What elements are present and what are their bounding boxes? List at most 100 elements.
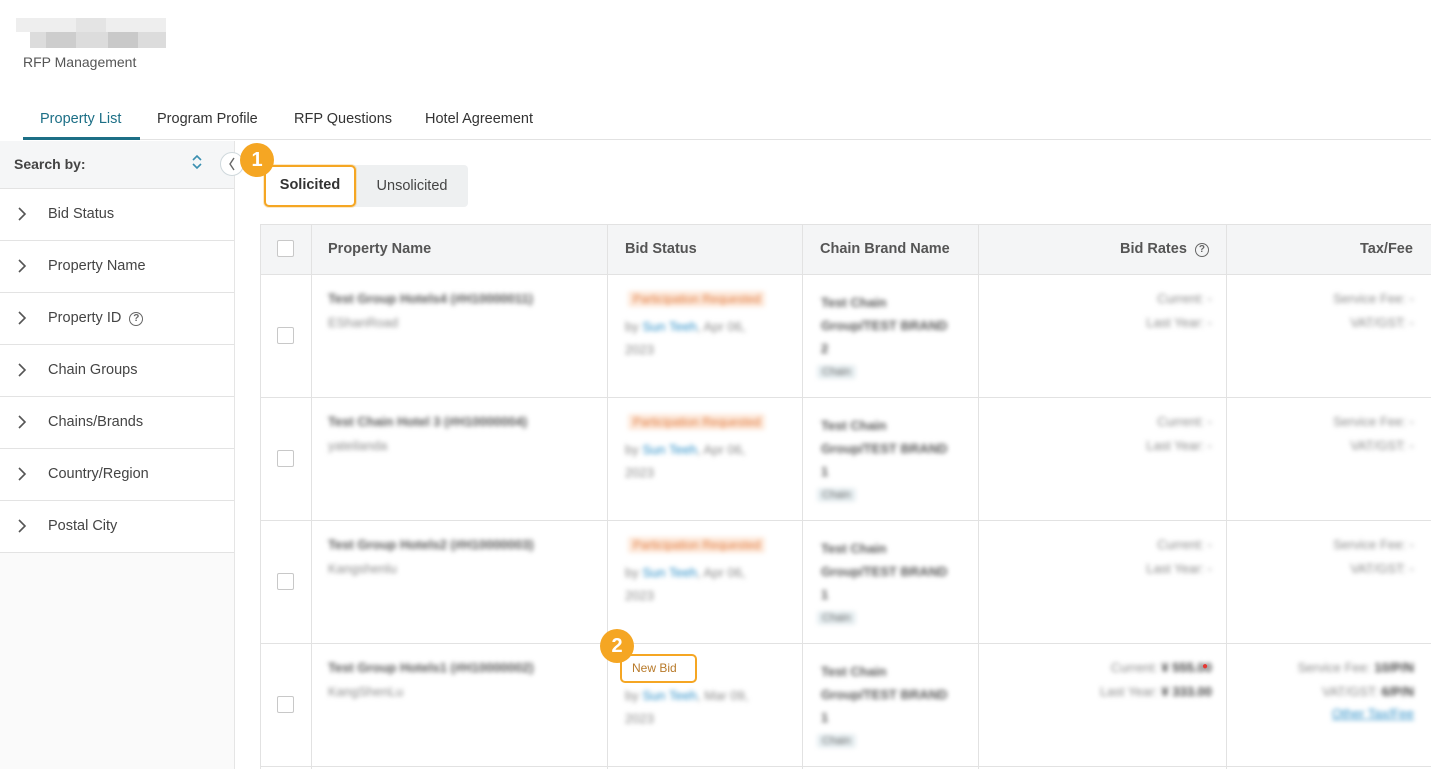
tab-hotel-agreement[interactable]: Hotel Agreement (425, 111, 533, 127)
row-checkbox[interactable] (277, 573, 294, 590)
solicited-button[interactable]: Solicited (264, 165, 356, 207)
help-icon[interactable]: ? (129, 312, 144, 326)
chain-line: Group/TEST BRAND (821, 318, 948, 333)
col-chain-brand[interactable]: Chain Brand Name (820, 241, 950, 257)
help-icon[interactable]: ? (1194, 243, 1209, 257)
rate-current: Current: - (1157, 414, 1212, 429)
status-year: 2023 (625, 465, 654, 480)
property-name[interactable]: Test Group Hotels4 (#H10000011) (328, 291, 533, 306)
chain-line: Group/TEST BRAND (821, 687, 948, 702)
filter-bid-status[interactable]: Bid Status (0, 189, 234, 241)
app-title: RFP Management (23, 54, 137, 70)
property-name[interactable]: Test Group Hotels2 (#H10000003) (328, 537, 534, 552)
filter-chain-groups[interactable]: Chain Groups (0, 345, 234, 397)
tab-program-profile[interactable]: Program Profile (157, 111, 258, 127)
user-link[interactable]: Sun Teeh (642, 442, 697, 457)
col-bid-rates-wrap[interactable]: Bid Rates? (1120, 241, 1209, 257)
chain-chip: Chain (817, 365, 856, 379)
col-tax-fee[interactable]: Tax/Fee (1360, 241, 1413, 257)
tab-property-list[interactable]: Property List (40, 111, 121, 127)
table-row[interactable]: Test Group Hotels2 (#H10000003) Kangshen… (261, 521, 1431, 644)
chain-chip: Chain (817, 488, 856, 502)
tax-service-fee: Service Fee: - (1333, 414, 1414, 429)
user-link[interactable]: Sun Teeh (642, 319, 697, 334)
property-name[interactable]: Test Chain Hotel 3 (#H10000004) (328, 414, 527, 429)
chain-line: Test Chain (821, 418, 887, 433)
table-row[interactable]: Test Group Hotels1 (#H10000002) KangShen… (261, 644, 1431, 767)
property-name[interactable]: Test Group Hotels1 (#H10000002) (328, 660, 534, 675)
status-date: , Mar 09, (697, 688, 749, 703)
chain-brand-name: Test Chain Group/TEST BRAND 1 (821, 660, 961, 729)
chevron-left-icon (229, 157, 235, 171)
user-link[interactable]: Sun Teeh (642, 565, 697, 580)
filter-label: Bid Status (48, 206, 115, 222)
active-tab-indicator (23, 137, 140, 140)
row-checkbox[interactable] (277, 450, 294, 467)
status-meta: by Sun Teeh, Apr 06, 2023 (625, 438, 785, 484)
filter-label-wrap: Property ID? (48, 310, 144, 326)
chevron-right-icon (17, 466, 27, 482)
callout-badge-2: 2 (600, 629, 634, 663)
chain-line: Group/TEST BRAND (821, 441, 948, 456)
status-meta: by Sun Teeh, Apr 06, 2023 (625, 315, 785, 361)
rate-current: Current: - (1157, 537, 1212, 552)
filter-sidebar: Search by: Bid Status Property Name Prop… (0, 141, 235, 769)
other-tax-fee-link[interactable]: Other Tax/Fee (1332, 706, 1414, 721)
chain-brand-name: Test Chain Group/TEST BRAND 1 (821, 414, 961, 483)
status-badge: Participation Requested (628, 414, 766, 430)
chevron-right-icon (17, 258, 27, 274)
chain-line: 1 (821, 710, 829, 725)
filter-label: Country/Region (48, 466, 149, 482)
filter-property-id[interactable]: Property ID? (0, 293, 234, 345)
chain-chip: Chain (817, 734, 856, 748)
status-badge: Participation Requested (628, 291, 766, 307)
tax-vat: VAT/GST: - (1350, 438, 1414, 453)
chevron-right-icon (17, 206, 27, 222)
tax-service-fee: Service Fee: - (1333, 537, 1414, 552)
search-by-label: Search by: (14, 156, 86, 172)
tax-service-fee: Service Fee: - (1333, 291, 1414, 306)
sort-toggle-icon[interactable] (190, 153, 204, 175)
chain-line: Test Chain (821, 295, 887, 310)
chain-brand-name: Test Chain Group/TEST BRAND 2 (821, 291, 961, 360)
status-year: 2023 (625, 588, 654, 603)
filter-chains-brands[interactable]: Chains/Brands (0, 397, 234, 449)
table-row[interactable]: Test Group Hotels4 (#H10000011) EShanRoa… (261, 275, 1431, 398)
new-bid-status-badge: New Bid (620, 654, 697, 683)
main-tabs: Property List Program Profile RFP Questi… (23, 100, 1431, 140)
status-date: , Apr 06, (697, 319, 746, 334)
rate-last-year: Last Year: - (1146, 561, 1212, 576)
solicitation-toggle: Solicited Unsolicited (264, 165, 468, 207)
filter-label: Chain Groups (48, 362, 138, 378)
tax-vat: VAT/GST: - (1350, 315, 1414, 330)
select-all-checkbox[interactable] (277, 240, 294, 257)
chevron-right-icon (17, 518, 27, 534)
new-bid-label: New Bid (632, 661, 677, 675)
filter-country-region[interactable]: Country/Region (0, 449, 234, 501)
rate-label: Current: (1110, 660, 1158, 675)
property-address: KangShenLu (328, 684, 404, 699)
col-bid-rates: Bid Rates (1120, 241, 1187, 257)
search-by-header: Search by: (0, 141, 234, 189)
row-checkbox[interactable] (277, 696, 294, 713)
chevron-right-icon (17, 310, 27, 326)
chain-line: Test Chain (821, 541, 887, 556)
col-bid-status[interactable]: Bid Status (625, 241, 697, 257)
rate-alert-dot-icon: ● (1202, 661, 1209, 672)
property-address: Kangshenlu (328, 561, 397, 576)
row-checkbox[interactable] (277, 327, 294, 344)
filter-postal-city[interactable]: Postal City (0, 501, 234, 553)
status-meta: by Sun Teeh, Apr 06, 2023 (625, 561, 785, 607)
unsolicited-button[interactable]: Unsolicited (356, 165, 468, 207)
tax-label: Service Fee: (1297, 660, 1371, 675)
tab-rfp-questions[interactable]: RFP Questions (294, 111, 392, 127)
filter-property-name[interactable]: Property Name (0, 241, 234, 293)
rate-last-year: Last Year: - (1146, 315, 1212, 330)
tax-value: 10/P/N (1374, 660, 1414, 675)
table-row[interactable]: Test Chain Hotel 3 (#H10000004) yateilan… (261, 398, 1431, 521)
user-link[interactable]: Sun Teeh (642, 688, 697, 703)
by-prefix: by (625, 565, 643, 580)
tax-service-fee: Service Fee: 10/P/N (1298, 660, 1414, 675)
chain-brand-name: Test Chain Group/TEST BRAND 1 (821, 537, 961, 606)
col-property-name[interactable]: Property Name (328, 241, 431, 257)
